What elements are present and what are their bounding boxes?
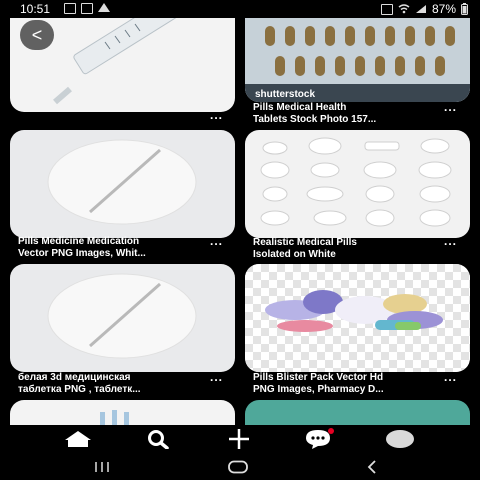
- back-nav-icon: [367, 460, 376, 474]
- recents-icon: [95, 462, 109, 472]
- pin-2-more-button[interactable]: ...: [444, 100, 457, 114]
- shutterstock-watermark: shutterstock: [255, 89, 315, 100]
- battery-icon: [461, 3, 468, 15]
- pin-image-vials[interactable]: [10, 400, 235, 425]
- home-nav-icon: [228, 460, 248, 474]
- search-icon: [148, 430, 169, 449]
- tab-profile[interactable]: [380, 427, 420, 451]
- back-nav-button[interactable]: [352, 457, 392, 477]
- pin-6-more-button[interactable]: ...: [444, 370, 457, 384]
- alarm-icon: [380, 3, 393, 15]
- home-status-icon: [98, 3, 110, 12]
- pin-3-title[interactable]: Realistic Medical Pills Isolated on Whit…: [253, 237, 438, 261]
- pin-3-title-line-2: Isolated on White: [253, 249, 336, 260]
- tab-search[interactable]: [138, 427, 178, 451]
- pin-3-more-button[interactable]: ...: [210, 234, 223, 248]
- vials-image: [100, 410, 129, 425]
- pin-image-pill-grid[interactable]: [245, 130, 470, 238]
- pill-grid-image: [260, 137, 452, 227]
- pin-5-more-button[interactable]: ...: [210, 370, 223, 384]
- pin-1-title-line-1: Pills Medical Health: [253, 102, 347, 113]
- pin-5-title-line-1: Pills Blister Pack Vector Hd: [253, 372, 384, 383]
- pin-4-more-button[interactable]: ...: [444, 234, 457, 248]
- pin-5-title-line-2: PNG Images, Pharmacy D...: [253, 384, 384, 395]
- pin-image-white-pill-2[interactable]: [10, 264, 235, 372]
- system-nav-bar: [0, 453, 480, 480]
- pin-image-colorful-pills[interactable]: [245, 264, 470, 372]
- tab-home[interactable]: [58, 427, 98, 451]
- pin-2-title-line-2: Vector PNG Images, Whit...: [18, 248, 146, 259]
- white-pill-image: [47, 139, 197, 225]
- status-time: 10:51: [20, 2, 51, 16]
- pin-2-title[interactable]: Pills Medicine Medication Vector PNG Ima…: [18, 236, 203, 260]
- bottom-tab-bar: [0, 425, 480, 453]
- pin-image-white-pill[interactable]: [10, 130, 235, 238]
- pin-3-title-line-1: Realistic Medical Pills: [253, 237, 357, 248]
- blister-photo: shutterstock: [245, 18, 470, 102]
- battery-text: 87%: [431, 2, 456, 16]
- pin-5-title[interactable]: Pills Blister Pack Vector Hd PNG Images,…: [253, 372, 438, 396]
- profile-avatar-icon: [386, 430, 414, 448]
- pin-4-title[interactable]: белая 3d медицинская таблетка PNG , табл…: [18, 372, 203, 396]
- pin-4-title-line-1: белая 3d медицинская: [18, 372, 131, 383]
- pin-image-teal[interactable]: [245, 400, 470, 425]
- back-button[interactable]: <: [20, 20, 54, 50]
- notification-dot-icon: [328, 428, 334, 434]
- pin-feed[interactable]: < ... shutterstock Pills Medical Health: [0, 18, 480, 425]
- pin-image-blister[interactable]: shutterstock: [245, 18, 470, 102]
- pin-4-title-line-2: таблетка PNG , таблетк...: [18, 384, 141, 395]
- tab-messages[interactable]: [299, 427, 339, 451]
- status-bar: 10:51 87%: [0, 0, 480, 18]
- home-icon: [65, 431, 91, 447]
- white-pill-2-image: [47, 273, 197, 359]
- pin-2-title-line-1: Pills Medicine Medication: [18, 236, 140, 247]
- signal-icon: [415, 5, 426, 13]
- plus-icon: [229, 429, 249, 449]
- recents-button[interactable]: [82, 457, 122, 477]
- home-button[interactable]: [218, 457, 258, 477]
- pin-1-more-button[interactable]: ...: [210, 108, 223, 122]
- mail-icon: [81, 3, 93, 14]
- pin-1-title-line-2: Tablets Stock Photo 157...: [253, 114, 377, 125]
- gallery-icon: [64, 3, 76, 14]
- colorful-pills-image: [245, 264, 470, 372]
- chat-icon: [306, 428, 334, 449]
- pin-image-syringe[interactable]: <: [10, 18, 235, 112]
- pin-1-title[interactable]: Pills Medical Health Tablets Stock Photo…: [253, 102, 438, 126]
- tab-create[interactable]: [219, 427, 259, 451]
- back-arrow-icon: <: [31, 24, 43, 45]
- wifi-icon: [398, 4, 410, 14]
